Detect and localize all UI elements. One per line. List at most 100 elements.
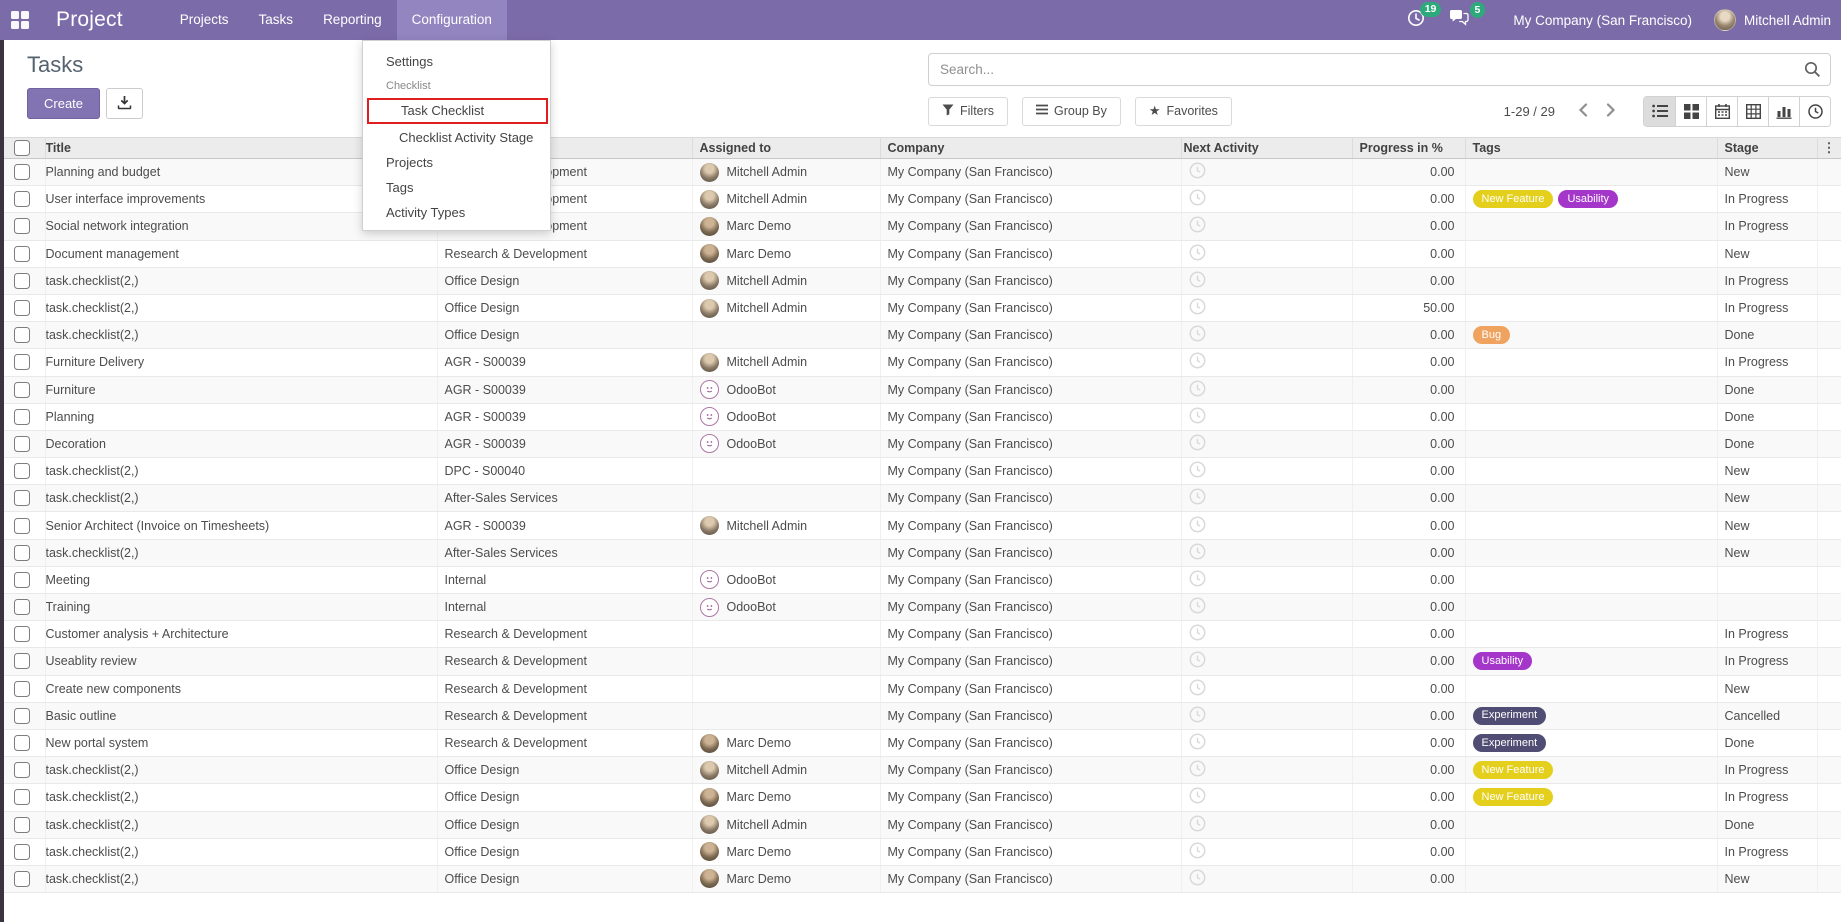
task-row[interactable]: Create new componentsResearch & Developm… xyxy=(0,675,1841,702)
menu-item-tags[interactable]: Tags xyxy=(363,175,550,200)
task-row[interactable]: Customer analysis + ArchitectureResearch… xyxy=(0,621,1841,648)
task-row[interactable]: Useablity reviewResearch & DevelopmentMy… xyxy=(0,648,1841,675)
next-activity-clock-icon[interactable] xyxy=(1189,331,1206,345)
row-checkbox[interactable] xyxy=(14,273,30,289)
filters-button[interactable]: Filters xyxy=(928,97,1008,126)
row-checkbox[interactable] xyxy=(14,545,30,561)
task-row[interactable]: Social network integrationResearch & Dev… xyxy=(0,213,1841,240)
next-activity-clock-icon[interactable] xyxy=(1189,739,1206,753)
next-activity-clock-icon[interactable] xyxy=(1189,494,1206,508)
row-checkbox[interactable] xyxy=(14,599,30,615)
graph-view-button[interactable] xyxy=(1768,97,1799,126)
next-activity-clock-icon[interactable] xyxy=(1189,657,1206,671)
column-header-progress[interactable]: Progress in % xyxy=(1352,138,1465,159)
task-row[interactable]: task.checklist(2,)After-Sales ServicesMy… xyxy=(0,539,1841,566)
row-checkbox[interactable] xyxy=(14,871,30,887)
row-checkbox[interactable] xyxy=(14,789,30,805)
pager-previous-button[interactable] xyxy=(1569,99,1597,124)
menu-configuration[interactable]: Configuration xyxy=(397,0,507,40)
row-checkbox[interactable] xyxy=(14,300,30,316)
task-row[interactable]: task.checklist(2,)Office DesignMarc Demo… xyxy=(0,865,1841,892)
task-row[interactable]: MeetingInternalOdooBotMy Company (San Fr… xyxy=(0,566,1841,593)
app-brand[interactable]: Project xyxy=(56,8,123,32)
export-button[interactable] xyxy=(106,88,143,119)
task-row[interactable]: task.checklist(2,)After-Sales ServicesMy… xyxy=(0,485,1841,512)
next-activity-clock-icon[interactable] xyxy=(1189,766,1206,780)
group-by-button[interactable]: Group By xyxy=(1022,97,1121,126)
messages-systray-button[interactable]: 5 xyxy=(1449,9,1469,31)
task-row[interactable]: FurnitureAGR - S00039OdooBotMy Company (… xyxy=(0,376,1841,403)
row-checkbox[interactable] xyxy=(14,218,30,234)
task-row[interactable]: New portal systemResearch & DevelopmentM… xyxy=(0,729,1841,756)
next-activity-clock-icon[interactable] xyxy=(1189,413,1206,427)
task-row[interactable]: Basic outlineResearch & DevelopmentMy Co… xyxy=(0,702,1841,729)
next-activity-clock-icon[interactable] xyxy=(1189,821,1206,835)
row-checkbox[interactable] xyxy=(14,653,30,669)
task-row[interactable]: Furniture DeliveryAGR - S00039Mitchell A… xyxy=(0,349,1841,376)
next-activity-clock-icon[interactable] xyxy=(1189,576,1206,590)
user-avatar[interactable] xyxy=(1714,9,1736,31)
next-activity-clock-icon[interactable] xyxy=(1189,467,1206,481)
task-row[interactable]: task.checklist(2,)Office DesignMy Compan… xyxy=(0,322,1841,349)
menu-item-checklist-activity-stage[interactable]: Checklist Activity Stage xyxy=(363,125,550,150)
row-checkbox[interactable] xyxy=(14,463,30,479)
next-activity-clock-icon[interactable] xyxy=(1189,250,1206,264)
list-view-button[interactable] xyxy=(1644,97,1675,126)
menu-item-settings[interactable]: Settings xyxy=(363,49,550,74)
row-checkbox[interactable] xyxy=(14,626,30,642)
menu-item-task-checklist[interactable]: Task Checklist xyxy=(367,98,548,124)
next-activity-clock-icon[interactable] xyxy=(1189,848,1206,862)
search-icon[interactable] xyxy=(1804,61,1821,83)
select-all-checkbox[interactable] xyxy=(14,140,30,156)
row-checkbox[interactable] xyxy=(14,382,30,398)
column-header-stage[interactable]: Stage xyxy=(1717,138,1817,159)
pager-next-button[interactable] xyxy=(1597,99,1625,124)
row-checkbox[interactable] xyxy=(14,490,30,506)
task-row[interactable]: task.checklist(2,)Office DesignMitchell … xyxy=(0,294,1841,321)
row-checkbox[interactable] xyxy=(14,164,30,180)
task-row[interactable]: Document managementResearch & Developmen… xyxy=(0,240,1841,267)
next-activity-clock-icon[interactable] xyxy=(1189,440,1206,454)
next-activity-clock-icon[interactable] xyxy=(1189,277,1206,291)
column-header-company[interactable]: Company xyxy=(880,138,1181,159)
task-row[interactable]: DecorationAGR - S00039OdooBotMy Company … xyxy=(0,430,1841,457)
next-activity-clock-icon[interactable] xyxy=(1189,195,1206,209)
next-activity-clock-icon[interactable] xyxy=(1189,875,1206,889)
column-header-next-activity[interactable]: Next Activity xyxy=(1181,138,1352,159)
task-row[interactable]: PlanningAGR - S00039OdooBotMy Company (S… xyxy=(0,403,1841,430)
next-activity-clock-icon[interactable] xyxy=(1189,630,1206,644)
task-row[interactable]: Planning and budgetResearch & Developmen… xyxy=(0,159,1841,186)
next-activity-clock-icon[interactable] xyxy=(1189,386,1206,400)
next-activity-clock-icon[interactable] xyxy=(1189,603,1206,617)
row-checkbox[interactable] xyxy=(14,354,30,370)
task-row[interactable]: task.checklist(2,)Office DesignMitchell … xyxy=(0,757,1841,784)
user-menu[interactable]: Mitchell Admin xyxy=(1744,13,1831,28)
next-activity-clock-icon[interactable] xyxy=(1189,793,1206,807)
menu-tasks[interactable]: Tasks xyxy=(244,0,309,40)
optional-columns-icon[interactable]: ⋮ xyxy=(1823,140,1836,155)
create-button[interactable]: Create xyxy=(27,88,100,119)
row-checkbox[interactable] xyxy=(14,327,30,343)
next-activity-clock-icon[interactable] xyxy=(1189,304,1206,318)
search-input[interactable] xyxy=(928,53,1831,86)
row-checkbox[interactable] xyxy=(14,518,30,534)
next-activity-clock-icon[interactable] xyxy=(1189,358,1206,372)
row-checkbox[interactable] xyxy=(14,409,30,425)
column-header-assigned-to[interactable]: Assigned to xyxy=(692,138,880,159)
calendar-view-button[interactable] xyxy=(1706,97,1737,126)
next-activity-clock-icon[interactable] xyxy=(1189,522,1206,536)
menu-item-projects[interactable]: Projects xyxy=(363,150,550,175)
row-checkbox[interactable] xyxy=(14,246,30,262)
next-activity-clock-icon[interactable] xyxy=(1189,712,1206,726)
activity-view-button[interactable] xyxy=(1799,97,1830,126)
row-checkbox[interactable] xyxy=(14,762,30,778)
menu-projects[interactable]: Projects xyxy=(165,0,244,40)
next-activity-clock-icon[interactable] xyxy=(1189,222,1206,236)
task-row[interactable]: task.checklist(2,)DPC - S00040My Company… xyxy=(0,458,1841,485)
next-activity-clock-icon[interactable] xyxy=(1189,685,1206,699)
kanban-view-button[interactable] xyxy=(1675,97,1706,126)
task-row[interactable]: task.checklist(2,)Office DesignMitchell … xyxy=(0,267,1841,294)
task-row[interactable]: task.checklist(2,)Office DesignMitchell … xyxy=(0,811,1841,838)
company-switcher[interactable]: My Company (San Francisco) xyxy=(1513,13,1692,28)
task-row[interactable]: task.checklist(2,)Office DesignMarc Demo… xyxy=(0,838,1841,865)
